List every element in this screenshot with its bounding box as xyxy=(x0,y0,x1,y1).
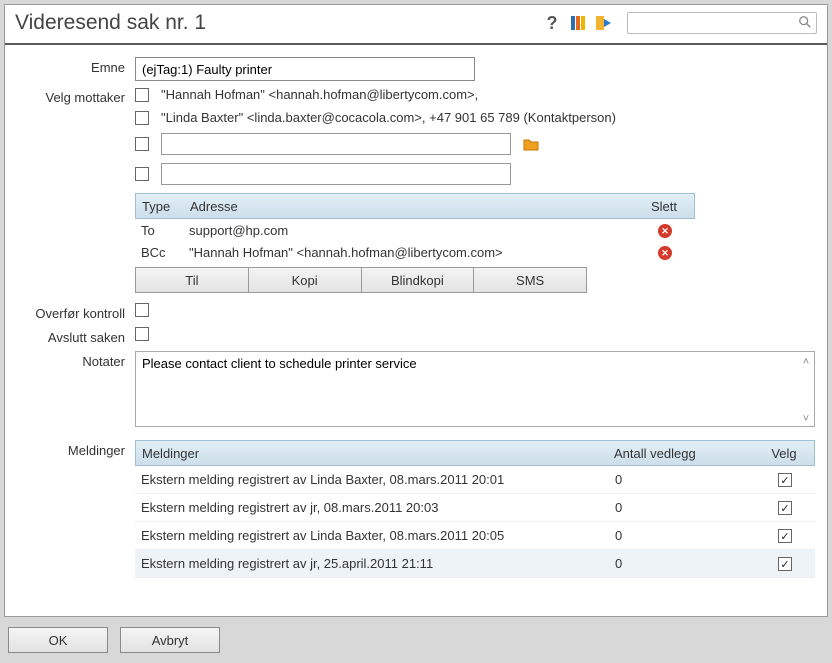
recipient-checkbox-1[interactable] xyxy=(135,88,149,102)
addr-value: "Hannah Hofman" <hannah.hofman@libertyco… xyxy=(185,245,635,260)
message-attachments: 0 xyxy=(615,528,755,543)
message-text: Ekstern melding registrert av jr, 08.mar… xyxy=(135,500,615,515)
message-text: Ekstern melding registrert av jr, 25.apr… xyxy=(135,556,615,571)
til-button[interactable]: Til xyxy=(135,267,249,293)
notater-textarea[interactable] xyxy=(135,351,815,427)
address-row: To support@hp.com xyxy=(135,219,695,241)
kopi-button[interactable]: Kopi xyxy=(249,267,362,293)
addr-value: support@hp.com xyxy=(185,223,635,238)
message-checkbox[interactable] xyxy=(778,501,792,515)
msg-header-velg: Velg xyxy=(754,446,814,461)
message-attachments: 0 xyxy=(615,500,755,515)
scroll-up-icon[interactable]: ˄ xyxy=(799,355,813,369)
search-box[interactable] xyxy=(627,12,817,34)
blindkopi-button[interactable]: Blindkopi xyxy=(362,267,475,293)
columns-icon[interactable] xyxy=(569,14,587,32)
meldinger-label: Meldinger xyxy=(15,440,135,458)
recipient-input-3[interactable] xyxy=(161,133,511,155)
ok-button[interactable]: OK xyxy=(8,627,108,653)
search-input[interactable] xyxy=(632,16,798,30)
emne-input[interactable] xyxy=(135,57,475,81)
addr-type: To xyxy=(135,223,185,238)
page-title: Videresend sak nr. 1 xyxy=(15,11,543,35)
msg-header-vedlegg: Antall vedlegg xyxy=(614,446,754,461)
message-attachments: 0 xyxy=(615,556,755,571)
forward-icon[interactable] xyxy=(595,14,613,32)
overfor-kontroll-checkbox[interactable] xyxy=(135,303,149,317)
addr-header-slett: Slett xyxy=(634,199,694,214)
addr-header-adresse: Adresse xyxy=(186,199,634,214)
emne-label: Emne xyxy=(15,57,135,75)
message-row: Ekstern melding registrert av Linda Baxt… xyxy=(135,522,815,550)
message-row: Ekstern melding registrert av jr, 08.mar… xyxy=(135,494,815,522)
addr-type: BCc xyxy=(135,245,185,260)
recipient-text-2: "Linda Baxter" <linda.baxter@cocacola.co… xyxy=(161,110,616,125)
message-attachments: 0 xyxy=(615,472,755,487)
avslutt-saken-label: Avslutt saken xyxy=(15,327,135,345)
avbryt-button[interactable]: Avbryt xyxy=(120,627,220,653)
avslutt-saken-checkbox[interactable] xyxy=(135,327,149,341)
address-header: Type Adresse Slett xyxy=(135,193,695,219)
message-checkbox[interactable] xyxy=(778,557,792,571)
overfor-kontroll-label: Overfør kontroll xyxy=(15,303,135,321)
message-row: Ekstern melding registrert av jr, 25.apr… xyxy=(135,550,815,578)
address-row: BCc "Hannah Hofman" <hannah.hofman@liber… xyxy=(135,241,695,263)
recipient-checkbox-2[interactable] xyxy=(135,111,149,125)
notater-label: Notater xyxy=(15,351,135,369)
delete-icon[interactable] xyxy=(658,246,672,260)
folder-icon[interactable] xyxy=(523,137,539,151)
msg-header-meldinger: Meldinger xyxy=(136,446,614,461)
recipient-checkbox-4[interactable] xyxy=(135,167,149,181)
message-text: Ekstern melding registrert av Linda Baxt… xyxy=(135,472,615,487)
recipient-text-1: "Hannah Hofman" <hannah.hofman@libertyco… xyxy=(161,87,478,102)
message-checkbox[interactable] xyxy=(778,529,792,543)
scroll-down-icon[interactable]: ˅ xyxy=(799,412,813,426)
message-checkbox[interactable] xyxy=(778,473,792,487)
sms-button[interactable]: SMS xyxy=(474,267,587,293)
addr-header-type: Type xyxy=(136,199,186,214)
search-icon[interactable] xyxy=(798,15,812,32)
delete-icon[interactable] xyxy=(658,224,672,238)
recipient-input-4[interactable] xyxy=(161,163,511,185)
velg-mottaker-label: Velg mottaker xyxy=(15,87,135,105)
message-row: Ekstern melding registrert av Linda Baxt… xyxy=(135,466,815,494)
help-icon[interactable]: ? xyxy=(543,14,561,32)
message-text: Ekstern melding registrert av Linda Baxt… xyxy=(135,528,615,543)
recipient-checkbox-3[interactable] xyxy=(135,137,149,151)
messages-header: Meldinger Antall vedlegg Velg xyxy=(135,440,815,466)
